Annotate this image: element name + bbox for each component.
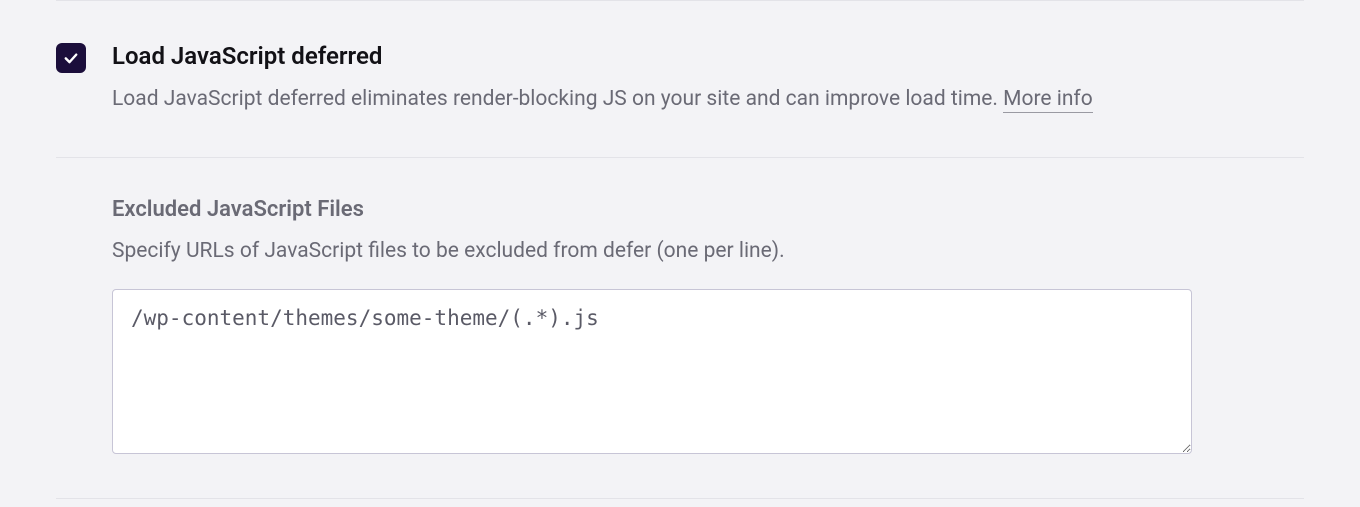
defer-row: Load JavaScript deferred Load JavaScript…: [56, 41, 1304, 115]
defer-label-wrap: Load JavaScript deferred Load JavaScript…: [112, 41, 1304, 115]
more-info-link[interactable]: More info: [1003, 87, 1093, 113]
excluded-description: Specify URLs of JavaScript files to be e…: [112, 236, 1304, 266]
defer-js-section: Load JavaScript deferred Load JavaScript…: [0, 1, 1360, 157]
defer-description: Load JavaScript deferred eliminates rend…: [112, 84, 1304, 114]
excluded-js-section: Excluded JavaScript Files Specify URLs o…: [0, 158, 1360, 498]
excluded-title: Excluded JavaScript Files: [112, 196, 1304, 225]
settings-panel: Load JavaScript deferred Load JavaScript…: [0, 0, 1360, 499]
section-divider-bottom: [56, 498, 1304, 499]
defer-title: Load JavaScript deferred: [112, 41, 1304, 72]
defer-checkbox[interactable]: [56, 43, 86, 73]
excluded-files-textarea[interactable]: [112, 289, 1192, 454]
check-icon: [62, 49, 80, 67]
defer-description-text: Load JavaScript deferred eliminates rend…: [112, 87, 1003, 111]
